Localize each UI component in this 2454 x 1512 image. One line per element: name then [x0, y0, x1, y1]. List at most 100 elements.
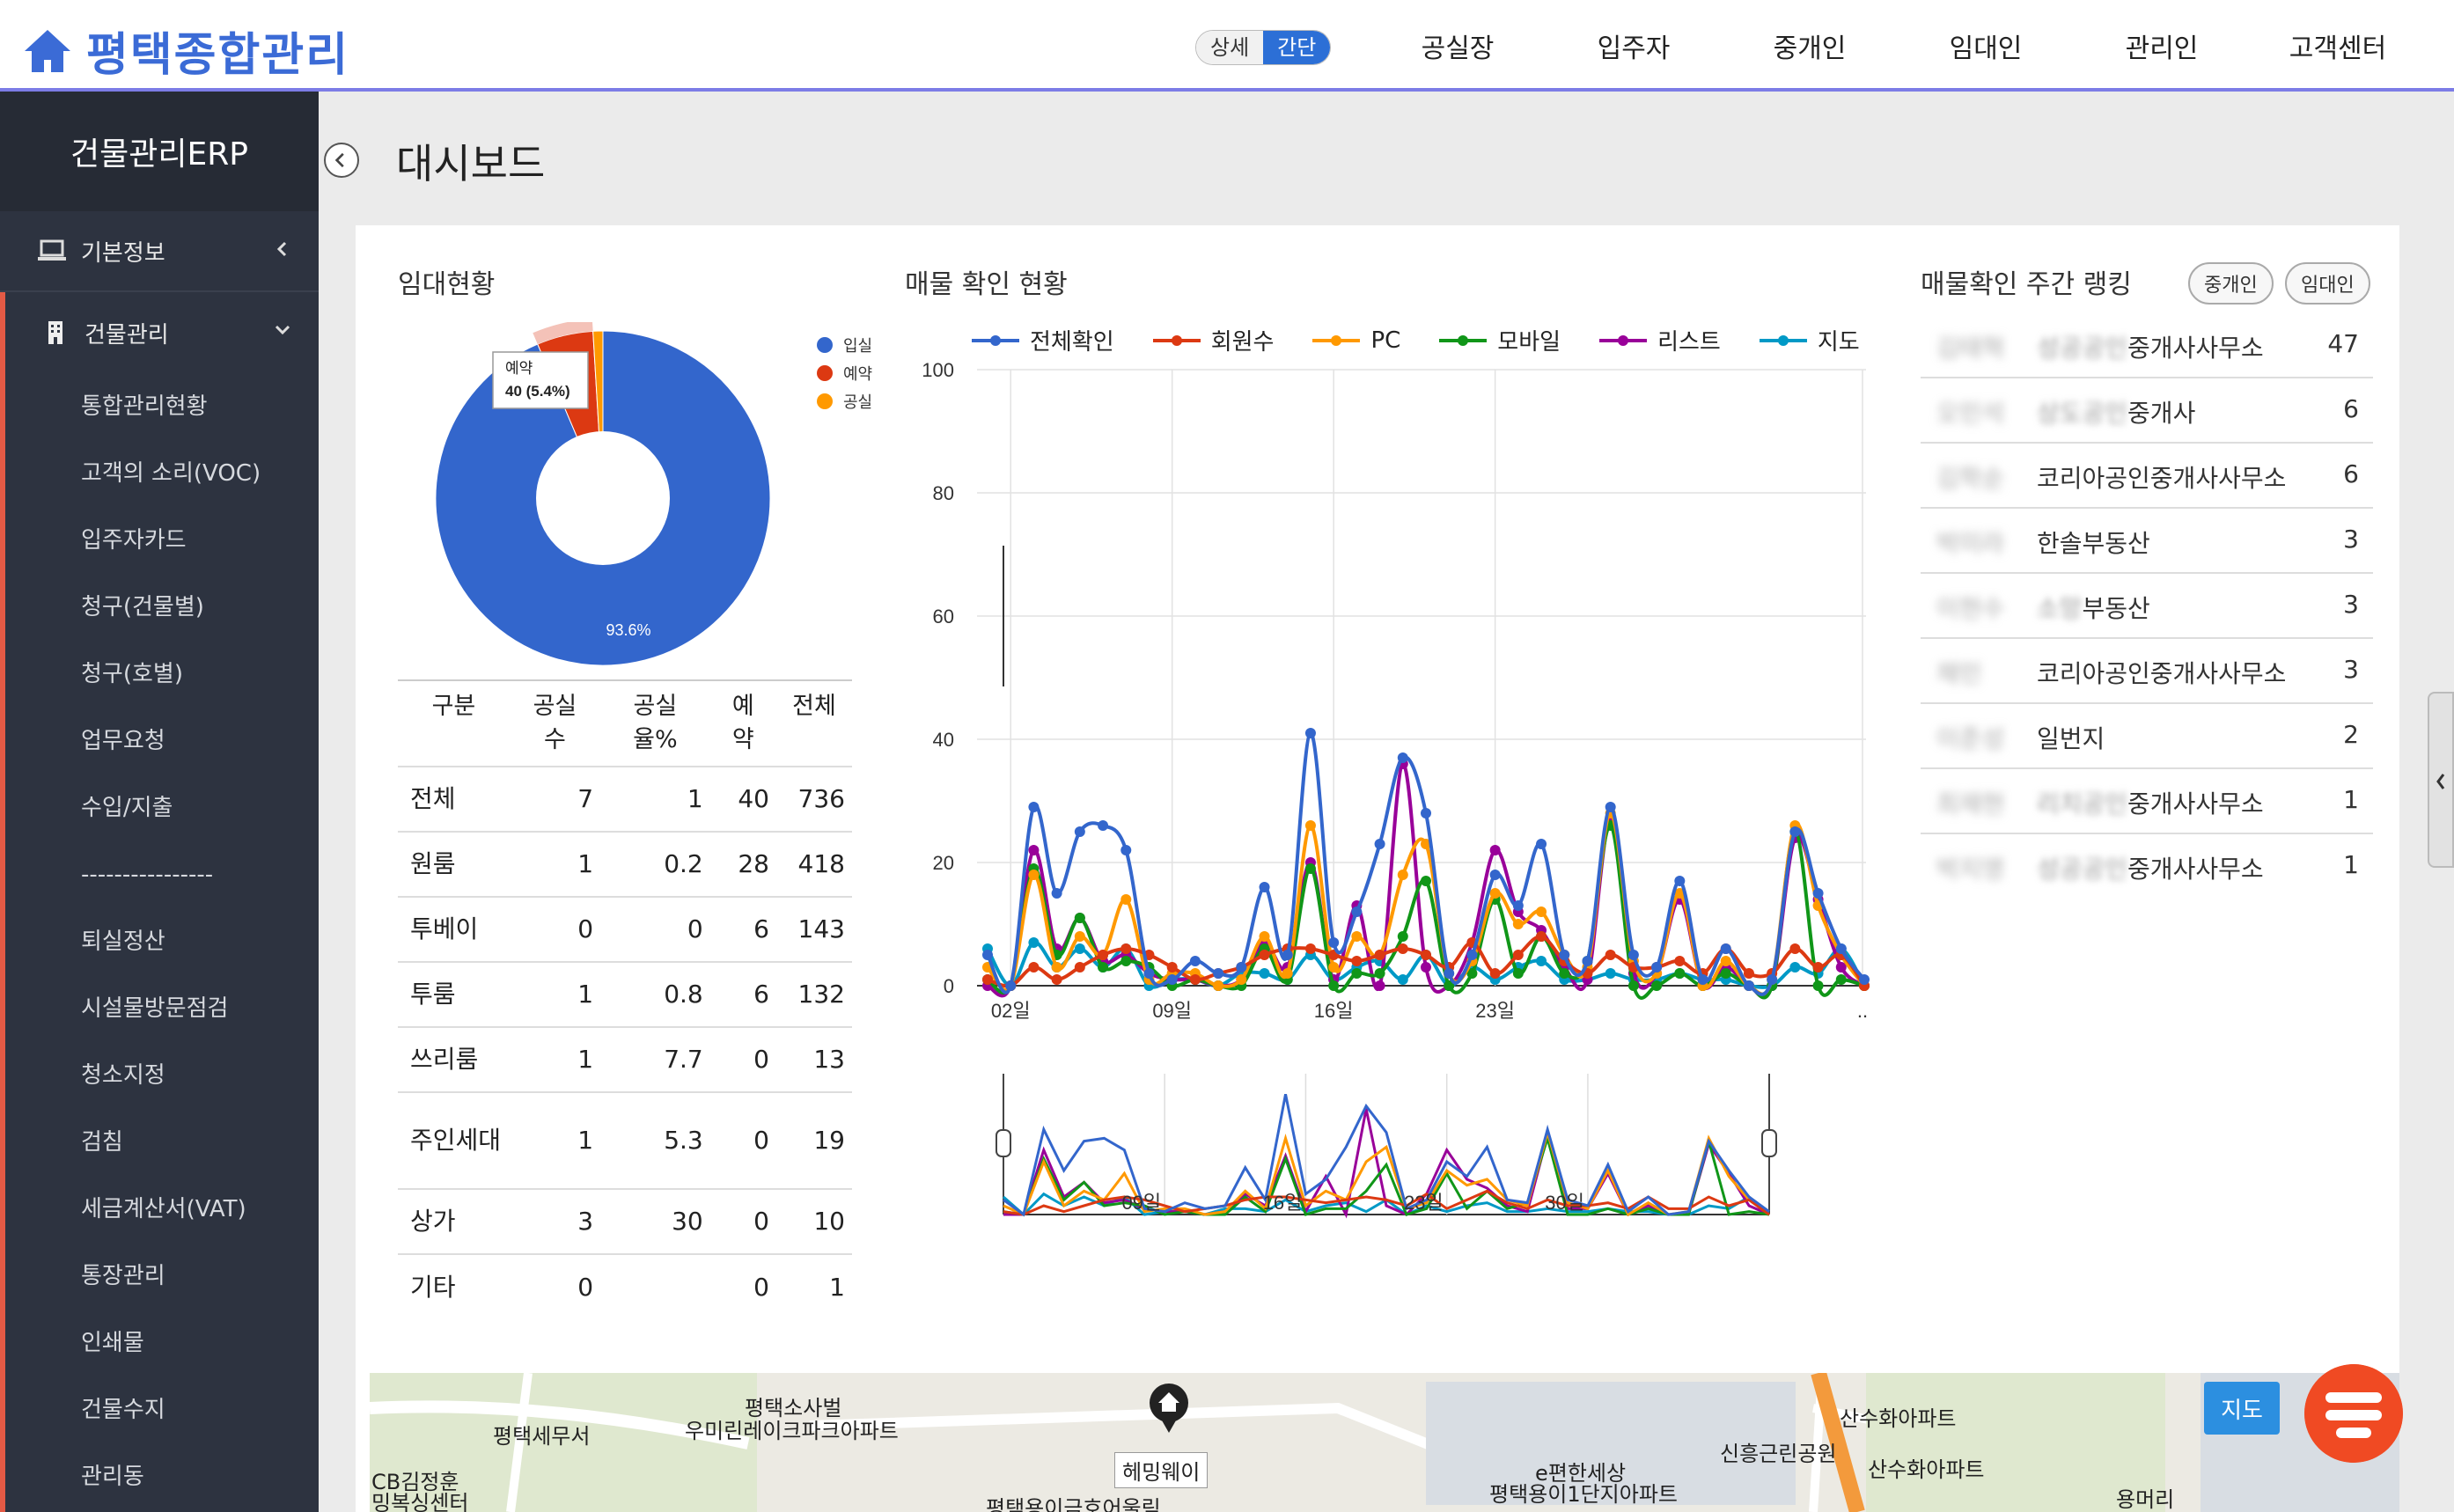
sidebar-item[interactable]: 입주자카드	[5, 507, 319, 574]
data-point	[1512, 968, 1524, 979]
chevron-left-icon	[2436, 774, 2445, 789]
data-point	[1074, 931, 1085, 942]
sidebar-section-building-mgmt[interactable]: 건물관리	[0, 292, 319, 373]
app-logo[interactable]: 평택종합관리	[21, 18, 349, 84]
map-label: 밍복싱센터	[371, 1491, 469, 1512]
list-item[interactable]: 이현수 소망부동산 3	[1921, 574, 2373, 639]
list-item[interactable]: 김태혁 성공공인중개사사무소 47	[1921, 313, 2373, 378]
data-point	[1351, 968, 1363, 979]
top-navbar: 평택종합관리 상세 간단 공실장 입주자 중개인 임대인 관리인 고객센터	[0, 0, 2454, 92]
data-point	[1536, 956, 1547, 966]
sidebar-item[interactable]: 시설물방문점검	[5, 975, 319, 1042]
list-item[interactable]: 이준성 일번지 2	[1921, 704, 2373, 769]
right-panel-toggle[interactable]	[2428, 692, 2454, 868]
y-tick-label: 60	[933, 606, 954, 628]
data-point	[1789, 962, 1801, 973]
map-toggle-button[interactable]: 지도	[2204, 1382, 2280, 1435]
data-point	[1720, 968, 1731, 979]
sidebar-item[interactable]: 통합관리현황	[5, 373, 319, 440]
sidebar-item[interactable]: 퇴실정산	[5, 908, 319, 975]
data-point	[1697, 974, 1708, 985]
sidebar-item[interactable]: 관리동	[5, 1443, 319, 1510]
laptop-icon	[38, 239, 66, 261]
view-detail-button[interactable]: 상세	[1196, 31, 1264, 64]
data-point	[1120, 845, 1132, 855]
sidebar-item[interactable]: 청구(건물별)	[5, 574, 319, 641]
list-item[interactable]: 김학순 코리아공인중개사사무소 6	[1921, 444, 2373, 509]
sidebar-item[interactable]: 수입/지출	[5, 774, 319, 841]
data-point	[1328, 980, 1340, 991]
nav-landlord[interactable]: 임대인	[1950, 26, 2023, 65]
data-point	[1098, 962, 1109, 973]
col-header: 공실 율%	[600, 679, 710, 767]
data-point	[1444, 968, 1455, 979]
ranking-landlord-button[interactable]: 임대인	[2285, 262, 2370, 305]
data-point	[1351, 906, 1363, 917]
sidebar-section-basic-info[interactable]: 기본정보	[0, 211, 319, 292]
chevron-left-icon	[276, 241, 287, 257]
sidebar-item[interactable]: 세금계산서(VAT)	[5, 1176, 319, 1243]
chat-icon[interactable]	[2304, 1364, 2403, 1463]
map-label: 용머리	[2116, 1487, 2175, 1512]
sidebar-item[interactable]: 고객의 소리(VOC)	[5, 440, 319, 507]
home-icon	[25, 29, 70, 72]
sidebar-item[interactable]: 청구(호별)	[5, 641, 319, 708]
data-point	[982, 974, 993, 985]
data-point	[1213, 980, 1224, 991]
sidebar-item[interactable]: 청소지정	[5, 1042, 319, 1109]
nav-broker[interactable]: 중개인	[1774, 26, 1847, 65]
data-point	[1489, 968, 1501, 979]
view-simple-button[interactable]: 간단	[1263, 31, 1331, 64]
map-label: 산수화아파트	[1868, 1457, 1985, 1482]
data-point	[1213, 968, 1224, 979]
sidebar-item[interactable]: 인쇄물	[5, 1310, 319, 1376]
data-point	[1304, 943, 1316, 954]
data-point	[1605, 802, 1616, 812]
legend-item[interactable]: 공실	[817, 387, 872, 415]
collapse-sidebar-button[interactable]	[324, 143, 359, 178]
data-point	[1812, 980, 1824, 991]
navigator-tick-label: 30일	[1545, 1192, 1584, 1214]
map-marker-icon[interactable]	[1144, 1382, 1194, 1435]
sidebar-item[interactable]: 검침	[5, 1109, 319, 1176]
data-point	[1559, 950, 1570, 960]
data-point	[1651, 962, 1663, 973]
nav-customer-center[interactable]: 고객센터	[2289, 26, 2386, 65]
x-tick-label: 09일	[1152, 1000, 1192, 1022]
data-point	[1674, 956, 1686, 966]
ranking-broker-button[interactable]: 중개인	[2188, 262, 2274, 305]
nav-manager[interactable]: 관리인	[2126, 26, 2199, 65]
map-view[interactable]: 평택소사벌 우미린레이크파크아파트 평택세무서 CB김정훈 밍복싱센터 헤밍웨이…	[370, 1373, 2399, 1512]
data-point	[1028, 845, 1040, 855]
legend-item[interactable]: 입실	[817, 331, 872, 359]
sidebar-item[interactable]: 업무요청	[5, 708, 319, 774]
data-point	[1421, 808, 1431, 818]
data-point	[1627, 950, 1639, 960]
data-point	[1282, 950, 1293, 960]
legend-item[interactable]: 예약	[817, 359, 872, 387]
list-item[interactable]: 박미라 한솔부동산 3	[1921, 509, 2373, 574]
x-tick-label: 16일	[1314, 1000, 1354, 1022]
list-item[interactable]: 박지영 성공공인중개사사무소 1	[1921, 834, 2373, 899]
sidebar-item[interactable]: 통장관리	[5, 1243, 319, 1310]
data-point	[1259, 968, 1270, 979]
list-item[interactable]: 오민석 상도공인중개사 6	[1921, 378, 2373, 444]
nav-vacancy[interactable]: 공실장	[1422, 26, 1495, 65]
data-point	[1120, 956, 1132, 966]
list-item[interactable]: 최재현 리치공인중개사사무소 1	[1921, 769, 2373, 834]
data-point	[1651, 980, 1663, 991]
data-point	[1028, 937, 1040, 948]
rental-donut-chart: 93.6% 예약 40 (5.4%)	[435, 322, 771, 666]
data-point	[1005, 980, 1017, 991]
data-point	[1051, 974, 1062, 985]
nav-tenant[interactable]: 입주자	[1598, 26, 1671, 65]
tooltip-value: 40 (5.4%)	[505, 383, 570, 400]
list-item[interactable]: 채민 코리아공인중개사사무소 3	[1921, 639, 2373, 704]
col-header: 공실 수	[509, 679, 601, 767]
data-point	[1328, 962, 1340, 973]
map-label: 산수화아파트	[1840, 1406, 1957, 1431]
data-point	[1074, 913, 1085, 923]
rental-status-table: 구분 공실 수 공실 율% 예약 전체 전체 7 1 40 736 원룸 1 0.2 28 418 …	[398, 679, 852, 1319]
y-tick-label: 0	[944, 975, 954, 997]
sidebar-item[interactable]: 건물수지	[5, 1376, 319, 1443]
